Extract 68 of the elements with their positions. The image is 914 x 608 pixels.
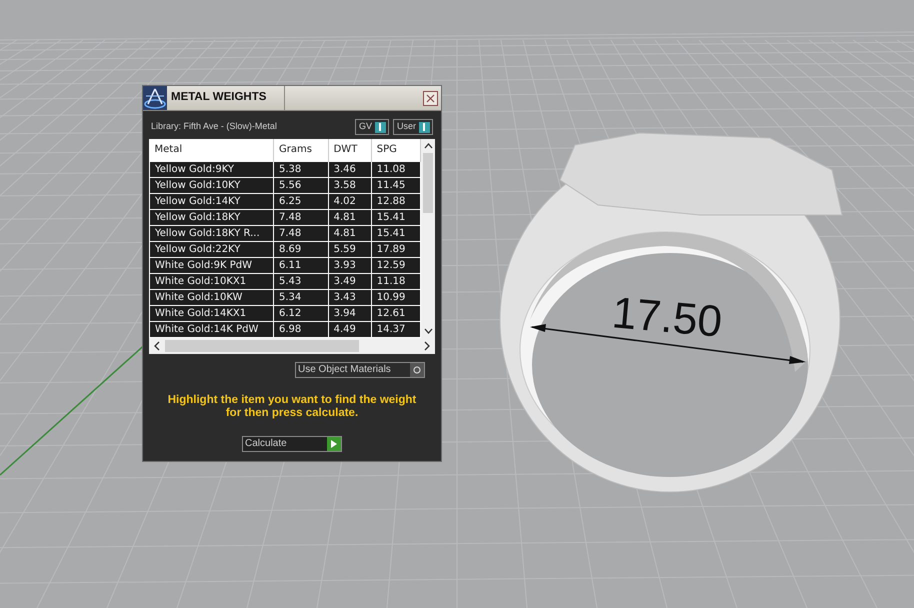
- table-cell: 3.49: [328, 273, 372, 289]
- scroll-right-icon[interactable]: [423, 340, 431, 350]
- table-cell: Yellow Gold:22KY: [150, 241, 274, 257]
- table-cell: 7.48: [274, 209, 328, 225]
- horizontal-scrollbar[interactable]: [149, 338, 435, 354]
- toggle-knob: [419, 122, 430, 132]
- play-icon: [331, 440, 337, 448]
- window-title: METAL WEIGHTS: [167, 86, 285, 110]
- table-cell: 6.12: [274, 305, 328, 321]
- toggle-switch[interactable]: User: [392, 119, 433, 135]
- table-cell: 5.56: [274, 177, 328, 193]
- table-cell: 4.02: [328, 193, 372, 209]
- table-cell: 14.37: [371, 321, 420, 337]
- toggle-knob: [374, 122, 386, 132]
- table-cell: Yellow Gold:18KY R...: [150, 225, 274, 241]
- toggle-knob: [410, 362, 424, 376]
- table-cell: White Gold:9K PdW: [150, 257, 274, 273]
- table-cell: 12.61: [371, 305, 420, 321]
- table-cell: 5.38: [274, 161, 328, 177]
- table-cell: 8.69: [274, 241, 328, 257]
- table-cell: 15.41: [371, 209, 420, 225]
- table-cell: 4.81: [328, 209, 372, 225]
- calculate-button[interactable]: Calculate: [242, 436, 342, 452]
- table-cell: Yellow Gold:9KY: [150, 161, 274, 177]
- table-cell: 6.25: [274, 193, 328, 209]
- table-cell: 3.46: [328, 161, 372, 177]
- app-logo-icon: [143, 86, 167, 110]
- table-cell: 6.11: [274, 257, 328, 273]
- table-cell: 7.48: [274, 225, 328, 241]
- table-cell: 17.89: [371, 241, 420, 257]
- table-cell: 4.81: [328, 225, 372, 241]
- toggle-switch[interactable]: GV: [354, 119, 389, 135]
- table-cell: White Gold:10KW: [150, 289, 274, 305]
- table-cell: 11.45: [371, 177, 420, 193]
- table-cell: 3.93: [328, 257, 372, 273]
- table-cell: 3.43: [328, 289, 372, 305]
- table-cell: Yellow Gold:14KY: [150, 193, 274, 209]
- column-header[interactable]: Grams: [274, 139, 328, 161]
- table-cell: 11.08: [371, 161, 420, 177]
- table-cell: Yellow Gold:10KY: [150, 177, 274, 193]
- table-cell: White Gold:14K PdW: [150, 321, 274, 337]
- table-cell: 6.98: [274, 321, 328, 337]
- vertical-scrollbar[interactable]: [421, 139, 435, 338]
- table-cell: 15.41: [371, 225, 420, 241]
- table-cell: 10.99: [371, 289, 420, 305]
- use-object-materials-toggle[interactable]: Use Object Materials: [295, 362, 425, 378]
- table-cell: 12.88: [371, 193, 420, 209]
- scroll-thumb[interactable]: [165, 340, 359, 352]
- table-cell: 3.58: [328, 177, 372, 193]
- close-icon: [426, 94, 435, 102]
- column-header[interactable]: SPG: [371, 139, 420, 161]
- column-header[interactable]: DWT: [328, 139, 372, 161]
- table-cell: 5.59: [328, 241, 372, 257]
- table-cell: 5.34: [274, 289, 328, 305]
- scroll-left-icon[interactable]: [153, 340, 161, 350]
- table-cell: 12.59: [371, 257, 420, 273]
- table-cell: 4.49: [328, 321, 372, 337]
- close-button[interactable]: [423, 90, 438, 106]
- table-cell: White Gold:10KX1: [150, 273, 274, 289]
- dimension-label: 17.50: [610, 291, 724, 345]
- scroll-thumb[interactable]: [423, 153, 433, 213]
- table-cell: Yellow Gold:18KY: [150, 209, 274, 225]
- instruction-text: Highlight the item you want to find the weight for then press calculate.: [166, 394, 418, 420]
- library-label: Library: Fifth Ave - (Slow)-Metal: [151, 120, 277, 134]
- table-cell: 3.94: [328, 305, 372, 321]
- table-cell: White Gold:14KX1: [150, 305, 274, 321]
- table-cell: 11.18: [371, 273, 420, 289]
- table-cell: 5.43: [274, 273, 328, 289]
